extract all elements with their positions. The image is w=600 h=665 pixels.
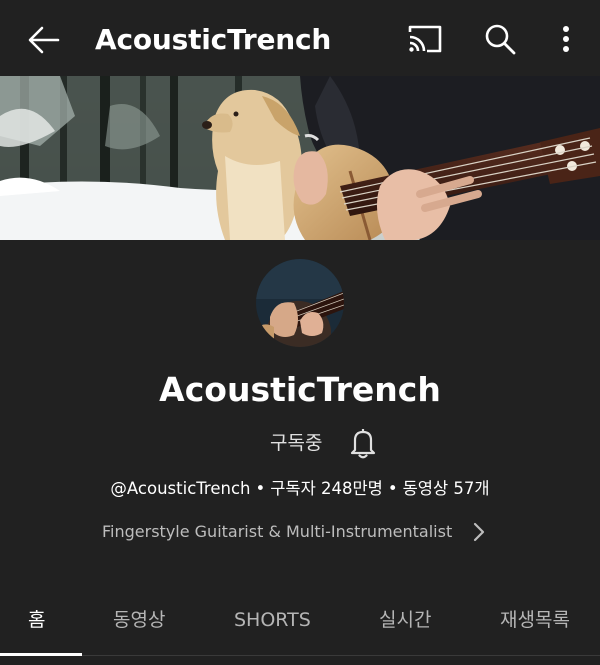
- tab-shorts[interactable]: SHORTS: [234, 598, 311, 642]
- channel-avatar[interactable]: [256, 259, 344, 347]
- video-count: 동영상 57개: [402, 479, 490, 498]
- tabs-divider: [0, 655, 600, 656]
- tab-playlists[interactable]: 재생목록: [500, 598, 570, 642]
- bell-icon[interactable]: [348, 426, 378, 460]
- channel-name: AcousticTrench: [159, 370, 441, 409]
- channel-tabs: 홈 동영상 SHORTS 실시간 재생목록: [0, 590, 600, 665]
- cast-button[interactable]: [405, 21, 445, 57]
- chevron-right-icon: [474, 522, 485, 542]
- subscriber-count: 구독자 248만명: [270, 479, 383, 498]
- avatar-image: [256, 259, 344, 347]
- top-app-bar: AcousticTrench: [0, 0, 600, 76]
- search-icon: [485, 24, 516, 55]
- channel-description-link[interactable]: Fingerstyle Guitarist & Multi-Instrument…: [102, 518, 486, 546]
- search-button[interactable]: [481, 20, 519, 58]
- more-options-button[interactable]: [552, 20, 580, 58]
- back-button[interactable]: [24, 20, 64, 60]
- tab-videos[interactable]: 동영상: [113, 598, 165, 642]
- cast-icon: [408, 25, 442, 53]
- channel-description: Fingerstyle Guitarist & Multi-Instrument…: [102, 522, 453, 541]
- tab-home[interactable]: 홈: [28, 598, 45, 642]
- subscribed-button[interactable]: 구독중: [270, 425, 322, 461]
- separator-dot: •: [387, 479, 398, 498]
- back-arrow-icon: [28, 26, 60, 54]
- channel-banner: [0, 76, 600, 240]
- separator-dot: •: [255, 479, 266, 498]
- channel-handle: @AcousticTrench: [110, 479, 251, 498]
- more-vert-icon: [563, 26, 569, 52]
- channel-meta: @AcousticTrench • 구독자 248만명 • 동영상 57개: [0, 476, 600, 502]
- tab-live[interactable]: 실시간: [379, 598, 431, 642]
- page-title: AcousticTrench: [95, 23, 332, 56]
- subscribe-row[interactable]: 구독중: [270, 425, 378, 461]
- active-tab-indicator: [0, 653, 82, 656]
- channel-banner-image: [0, 76, 600, 240]
